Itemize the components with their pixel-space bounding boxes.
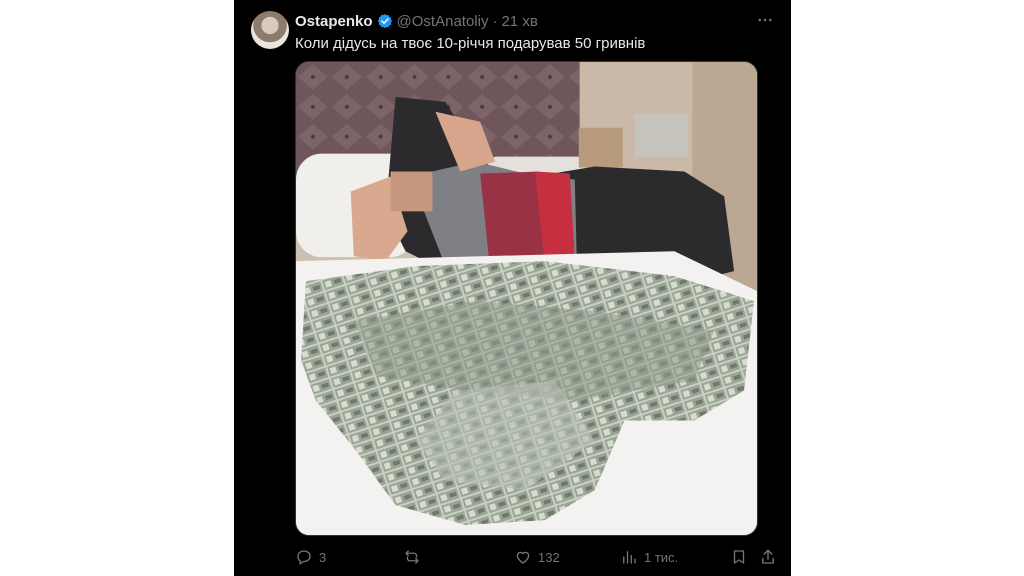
tweet-photo[interactable] [295,61,758,536]
views-button[interactable]: 1 тис. [620,546,678,568]
header-separator: · [492,12,498,30]
avatar[interactable] [251,11,289,49]
reply-icon [297,550,311,566]
heart-icon [516,551,530,564]
author-handle[interactable]: @OstAnatoliy [397,13,489,30]
retweet-icon [405,550,419,564]
reply-button[interactable]: 3 [295,546,326,568]
like-count: 132 [538,549,560,565]
tweet-card[interactable]: Ostapenko @OstAnatoliy · 21 хв Коли діду… [234,0,791,576]
tweet-text: Коли дідусь на твоє 10-річчя подарував 5… [295,35,646,52]
more-icon[interactable] [755,12,775,28]
reply-count: 3 [319,549,327,565]
share-button[interactable] [759,546,777,568]
views-icon [623,551,636,564]
bookmark-button[interactable] [730,546,748,568]
share-icon [762,549,774,564]
retweet-button[interactable] [403,546,421,568]
author-name[interactable]: Ostapenko [295,13,373,30]
verified-badge-icon [377,13,393,29]
tweet-actions: 3 132 1 тис. [295,546,777,568]
bookmark-icon [733,550,745,564]
tweet-header: Ostapenko @OstAnatoliy · 21 хв [295,11,538,31]
post-time[interactable]: 21 хв [501,13,537,30]
views-count: 1 тис. [644,549,679,565]
like-button[interactable]: 132 [514,546,560,568]
